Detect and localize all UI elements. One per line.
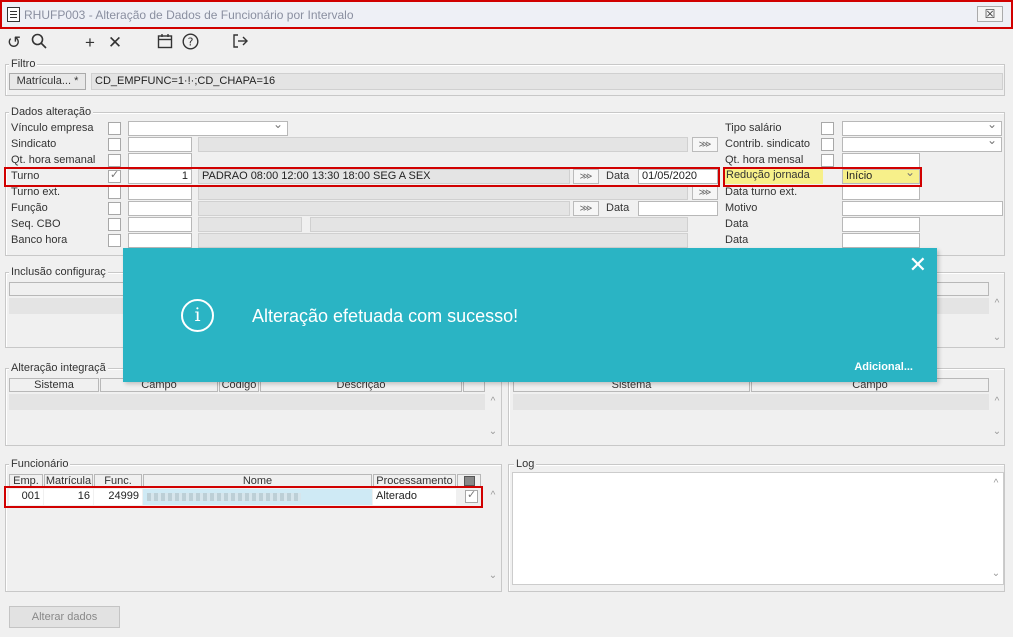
help-icon[interactable]: ?	[180, 33, 200, 53]
filtro-label: Filtro	[9, 58, 38, 70]
data-input-2[interactable]	[638, 201, 718, 216]
data-turno-ext-label: Data turno ext.	[725, 186, 798, 198]
motivo-label: Motivo	[725, 202, 758, 214]
turno-row-highlight	[4, 167, 720, 187]
qt-mensal-input[interactable]	[842, 153, 920, 168]
funcao-label: Função	[11, 202, 48, 214]
seq-cbo-input[interactable]	[128, 217, 192, 232]
sindicato-input[interactable]	[128, 137, 192, 152]
banco-hora-checkbox[interactable]	[108, 234, 121, 247]
funcao-input[interactable]	[128, 201, 192, 216]
integracao-scroll-up[interactable]: ^	[487, 396, 499, 407]
title-bar: RHUFP003 - Alteração de Dados de Funcion…	[0, 0, 1013, 29]
integracao-label: Alteração integraçã	[9, 362, 108, 374]
delete-icon[interactable]: ✕	[105, 33, 125, 53]
data-turno-ext-input[interactable]	[842, 185, 920, 200]
info-icon: i	[181, 299, 214, 332]
funcionario-scroll-down[interactable]: ⌄	[487, 570, 499, 581]
app-icon	[7, 7, 20, 22]
data-input-4[interactable]	[842, 233, 920, 248]
integracao-right-scroll-down[interactable]: ⌄	[991, 426, 1003, 437]
qt-hora-semanal-label: Qt. hora semanal	[11, 154, 96, 166]
contrib-select[interactable]	[842, 137, 1002, 152]
turno-ext-lookup-button[interactable]: ⋙	[692, 185, 718, 200]
seq-cbo-checkbox[interactable]	[108, 218, 121, 231]
qt-semanal-checkbox[interactable]	[108, 154, 121, 167]
sindicato-lookup-button[interactable]: ⋙	[692, 137, 718, 152]
banco-hora-label: Banco hora	[11, 234, 68, 246]
success-toast: i Alteração efetuada com sucesso! ✕ Adic…	[123, 248, 937, 382]
integracao-scroll-down[interactable]: ⌄	[487, 426, 499, 437]
log-scroll-down[interactable]: ⌄	[990, 568, 1002, 579]
integracao-row[interactable]	[9, 394, 485, 410]
close-window-button[interactable]: ☒	[977, 6, 1003, 22]
funcionario-row-highlight	[4, 486, 483, 508]
contrib-checkbox[interactable]	[821, 138, 834, 151]
col-sistema[interactable]: Sistema	[9, 378, 99, 392]
sindicato-desc	[198, 137, 688, 152]
window-title: RHUFP003 - Alteração de Dados de Funcion…	[24, 8, 354, 22]
turno-ext-label: Turno ext.	[11, 186, 61, 198]
integracao-right-row[interactable]	[513, 394, 989, 410]
funcao-checkbox[interactable]	[108, 202, 121, 215]
seq-cbo-label: Seq. CBO	[11, 218, 61, 230]
exit-icon[interactable]	[230, 33, 250, 53]
motivo-input[interactable]	[842, 201, 1003, 216]
qt-semanal-input[interactable]	[128, 153, 192, 168]
seq-cbo-desc	[310, 217, 688, 232]
funcionario-scroll-up[interactable]: ^	[487, 490, 499, 501]
sindicato-checkbox[interactable]	[108, 138, 121, 151]
data-label-3: Data	[725, 218, 749, 230]
tipo-salario-select[interactable]	[842, 121, 1002, 136]
data-input-3[interactable]	[842, 217, 920, 232]
tipo-salario-checkbox[interactable]	[821, 122, 834, 135]
turno-ext-desc	[198, 185, 688, 200]
toast-close-button[interactable]: ✕	[909, 252, 927, 278]
inclusao-scroll-down[interactable]: ⌄	[991, 332, 1003, 343]
data-label-4: Data	[725, 234, 749, 246]
banco-hora-input[interactable]	[128, 233, 192, 248]
calendar-icon[interactable]	[155, 33, 175, 53]
svg-text:?: ?	[187, 36, 193, 49]
tipo-salario-label: Tipo salário	[725, 122, 782, 134]
search-icon[interactable]	[29, 33, 49, 53]
toast-message: Alteração efetuada com sucesso!	[252, 306, 519, 326]
vinculo-checkbox[interactable]	[108, 122, 121, 135]
vinculo-label: Vínculo empresa	[11, 122, 94, 134]
inclusao-scroll-up[interactable]: ^	[991, 298, 1003, 309]
funcionario-label: Funcionário	[9, 458, 71, 470]
funcao-desc	[198, 201, 570, 216]
qt-mensal-checkbox[interactable]	[821, 154, 834, 167]
funcao-lookup-button[interactable]: ⋙	[573, 201, 599, 216]
alterar-dados-button[interactable]: Alterar dados	[9, 606, 120, 628]
select-all-checkbox[interactable]	[464, 476, 475, 486]
banco-hora-desc	[198, 233, 688, 248]
turno-ext-checkbox[interactable]	[108, 186, 121, 199]
turno-ext-input[interactable]	[128, 185, 192, 200]
log-label: Log	[514, 458, 537, 470]
vinculo-select[interactable]	[128, 121, 288, 136]
contrib-sindicato-label: Contrib. sindicato	[725, 138, 810, 150]
log-scroll-up[interactable]: ^	[990, 478, 1002, 489]
dados-alteracao-label: Dados alteração	[9, 106, 94, 118]
sindicato-label: Sindicato	[11, 138, 57, 150]
matricula-button[interactable]: Matrícula... *	[9, 73, 86, 90]
integracao-right-scroll-up[interactable]: ^	[991, 396, 1003, 407]
add-icon[interactable]: +	[80, 33, 100, 53]
data-label-2: Data	[606, 202, 630, 214]
qt-hora-mensal-label: Qt. hora mensal	[725, 154, 804, 166]
filtro-input[interactable]: CD_EMPFUNC=1·!·;CD_CHAPA=16	[91, 73, 1003, 90]
seq-cbo-code	[198, 217, 302, 232]
reducao-highlight	[723, 167, 922, 187]
refresh-icon[interactable]: ↺	[4, 33, 24, 53]
log-textarea[interactable]	[512, 472, 1004, 585]
inclusao-label: Inclusão configuraç	[9, 266, 108, 278]
toast-adicional-link[interactable]: Adicional...	[854, 361, 913, 373]
